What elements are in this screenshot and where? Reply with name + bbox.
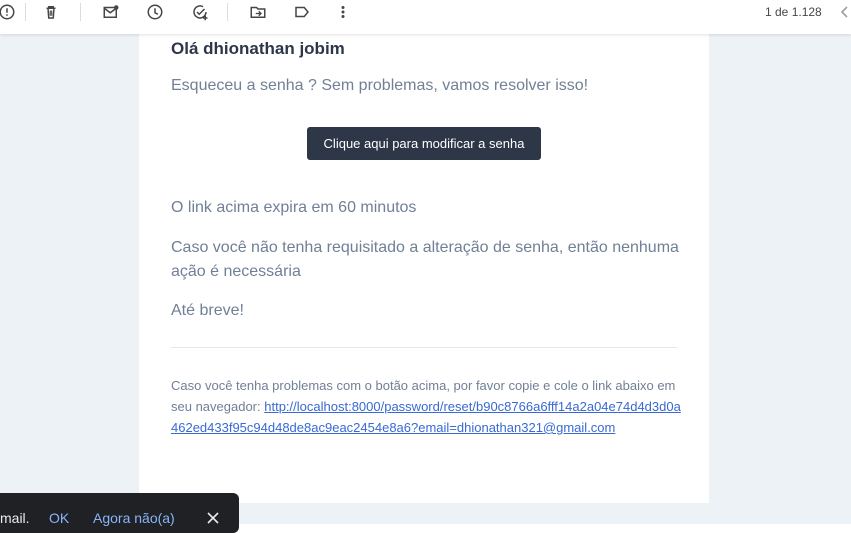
email-card: Olá dhionathan jobim Esqueceu a senha ? … xyxy=(139,34,709,503)
close-icon xyxy=(207,512,219,524)
add-task-icon xyxy=(193,5,208,21)
snackbar-close-button[interactable] xyxy=(204,509,222,527)
more-options-button[interactable] xyxy=(332,1,354,23)
snooze-icon xyxy=(147,4,163,20)
chevron-left-icon xyxy=(840,6,848,18)
move-to-button[interactable] xyxy=(247,1,269,23)
delete-icon xyxy=(46,6,56,19)
toolbar-separator xyxy=(80,3,81,21)
add-task-button[interactable] xyxy=(189,1,211,23)
pagination-count: 1 de 1.128 xyxy=(765,5,822,19)
email-subcopy: Caso você tenha problemas com o botão ac… xyxy=(171,375,686,438)
email-divider xyxy=(171,347,677,348)
report-spam-icon xyxy=(0,4,15,20)
label-button[interactable] xyxy=(291,1,313,23)
delete-button[interactable] xyxy=(40,1,62,23)
snackbar: mail. OK Agora não(a) xyxy=(0,493,239,533)
snooze-button[interactable] xyxy=(144,1,166,23)
email-greeting: Olá dhionathan jobim xyxy=(171,39,345,58)
mark-unread-button[interactable] xyxy=(100,1,122,23)
toolbar-separator xyxy=(25,3,26,21)
reset-password-button[interactable]: Clique aqui para modificar a senha xyxy=(307,127,541,160)
email-no-action-note: Caso você não tenha requisitado a altera… xyxy=(171,239,679,280)
more-vert-icon xyxy=(341,6,345,18)
email-expiry-note: O link acima expira em 60 minutos xyxy=(171,199,417,216)
label-icon xyxy=(295,6,309,18)
report-spam-button[interactable] xyxy=(0,1,18,23)
mark-unread-icon xyxy=(103,5,119,18)
move-to-icon xyxy=(250,6,266,18)
toolbar-separator xyxy=(227,3,228,21)
message-toolbar: 1 de 1.128 xyxy=(0,0,851,34)
email-intro: Esqueceu a senha ? Sem problemas, vamos … xyxy=(171,77,589,94)
previous-message-button[interactable] xyxy=(838,2,851,22)
email-farewell: Até breve! xyxy=(171,302,244,319)
